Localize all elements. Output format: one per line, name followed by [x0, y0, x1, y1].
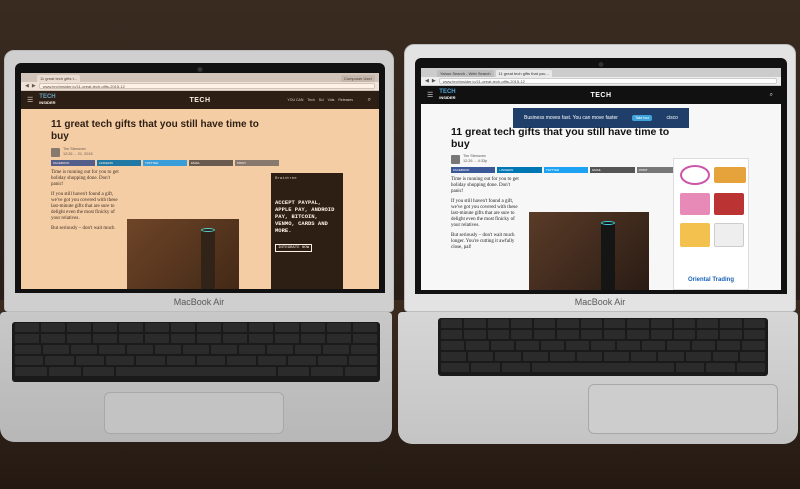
right-screen: Yahoo Search - Web Search 11 great tech …: [421, 68, 781, 290]
logo-bottom-text: INSIDER: [39, 100, 56, 105]
share-twitter-button[interactable]: TWITTER: [543, 167, 589, 173]
keyboard: [438, 318, 768, 376]
menu-icon[interactable]: ☰: [427, 91, 433, 99]
byline: Tim Stenovec 12:26 ... 4:33p: [451, 154, 681, 164]
share-facebook-button[interactable]: FACEBOOK: [451, 167, 496, 173]
bracelets-product: [680, 165, 710, 185]
echo-speaker: [601, 221, 615, 290]
article-paragraph: If you still haven't found a gift, we've…: [451, 199, 518, 228]
trackpad: [104, 392, 284, 434]
gift-bag-product: [714, 193, 744, 215]
echo-speaker: [201, 228, 215, 289]
share-linkedin-button[interactable]: LINKEDIN: [497, 167, 542, 173]
url-field[interactable]: www.techinsider.io/11-great-tech-gifts-2…: [438, 78, 777, 84]
search-icon[interactable]: ⌕: [770, 92, 773, 99]
banner-ad-copy: Business moves fast. You can move faster: [524, 115, 618, 121]
article-paragraph: Time is running out for you to get holid…: [51, 170, 119, 187]
site-logo[interactable]: TECH INSIDER: [439, 89, 455, 101]
browser-tabbar: 11 great tech gifts t... Composer User: [21, 73, 379, 82]
menu-icon[interactable]: ☰: [27, 96, 33, 104]
site-header: ☰ TECH INSIDER TECH YOU CAN Tech Sci Vid…: [21, 91, 379, 109]
nav-link[interactable]: Sci: [319, 98, 324, 102]
address-bar: ◀ ▶ www.techinsider.io/11-great-tech-gif…: [421, 77, 781, 86]
avatar: [451, 154, 460, 164]
ad-brand: Braintree: [275, 177, 297, 181]
laptop-brand-label: MacBook Air: [574, 297, 626, 307]
ad-brand: Oriental Trading: [687, 277, 734, 283]
nav-link[interactable]: Tech: [307, 98, 314, 102]
browser-tab-active[interactable]: 11 great tech gifts that you...: [495, 70, 552, 77]
article-photo: [529, 212, 649, 290]
ad-copy: ACCEPT PAYPAL, APPLE PAY, ANDROID PAY, B…: [275, 199, 335, 234]
section-title: TECH: [590, 91, 612, 99]
cisco-banner-ad[interactable]: Business moves fast. You can move faster…: [513, 108, 689, 128]
article-paragraph: Time is running out for you to get holid…: [451, 177, 519, 194]
article-photo: [127, 219, 239, 289]
keyboard: [12, 322, 380, 382]
browser-tab-user[interactable]: Composer User: [340, 75, 375, 82]
laptop-brand-label: MacBook Air: [173, 297, 225, 307]
section-title: TECH: [189, 96, 211, 104]
take-tour-button[interactable]: Take tour: [632, 115, 653, 121]
share-print-button[interactable]: PRINT: [235, 160, 279, 166]
article-headline: 11 great tech gifts that you still have …: [51, 119, 259, 142]
back-arrow-icon[interactable]: ◀: [425, 78, 429, 84]
url-field[interactable]: www.techinsider.io/11-great-tech-gifts-2…: [38, 83, 375, 89]
timestamp: 12:26 ... 4:33p: [463, 159, 488, 163]
left-screen-bezel: 11 great tech gifts t... Composer User ◀…: [15, 63, 385, 293]
right-laptop-base: [398, 312, 798, 444]
party-banner-product: [714, 167, 746, 183]
back-arrow-icon[interactable]: ◀: [25, 83, 29, 89]
share-bar: FACEBOOK LINKEDIN TWITTER EMAIL PRINT: [51, 160, 279, 166]
integrate-now-button[interactable]: INTEGRATE NOW: [275, 244, 313, 252]
forward-arrow-icon[interactable]: ▶: [32, 83, 36, 89]
camera-icon: [598, 62, 604, 67]
nav-link[interactable]: YOU CAN: [287, 98, 303, 102]
echo-light-ring: [601, 221, 615, 225]
share-email-button[interactable]: EMAIL: [189, 160, 233, 166]
decor-product: [680, 223, 710, 247]
article-paragraph: But seriously – don't wait much: [51, 226, 115, 231]
left-laptop-lid: 11 great tech gifts t... Composer User ◀…: [4, 50, 394, 312]
braintree-ad[interactable]: Braintree ACCEPT PAYPAL, APPLE PAY, ANDR…: [271, 173, 343, 289]
trackpad: [588, 384, 778, 434]
share-bar: FACEBOOK LINKEDIN TWITTER EMAIL PRINT: [451, 167, 682, 173]
left-laptop-base: [0, 312, 392, 442]
logo-bottom-text: INSIDER: [439, 95, 456, 100]
left-screen: 11 great tech gifts t... Composer User ◀…: [21, 73, 379, 289]
right-screen-bezel: Yahoo Search - Web Search 11 great tech …: [415, 58, 787, 294]
share-email-button[interactable]: EMAIL: [590, 167, 635, 173]
gift-boxes-product: [680, 193, 710, 215]
forward-arrow-icon[interactable]: ▶: [432, 78, 436, 84]
boxes-product: [714, 223, 744, 247]
share-twitter-button[interactable]: TWITTER: [143, 160, 187, 166]
article-headline: 11 great tech gifts that you still have …: [451, 126, 670, 150]
share-linkedin-button[interactable]: LINKEDIN: [97, 160, 141, 166]
browser-tab-active[interactable]: 11 great tech gifts t...: [37, 75, 81, 82]
nav-links: YOU CAN Tech Sci Vids Releases: [287, 98, 353, 102]
share-facebook-button[interactable]: FACEBOOK: [51, 160, 95, 166]
camera-icon: [197, 67, 203, 72]
browser-tabbar: Yahoo Search - Web Search 11 great tech …: [421, 68, 781, 77]
echo-light-ring: [201, 228, 215, 232]
site-header: ☰ TECH INSIDER TECH ⌕: [421, 86, 781, 104]
article-paragraph: But seriously – don't wait much longer. …: [451, 233, 515, 250]
nav-link[interactable]: Vids: [328, 98, 335, 102]
article-paragraph: If you still haven't found a gift, we've…: [51, 192, 118, 221]
address-bar: ◀ ▶ www.techinsider.io/11-great-tech-gif…: [21, 82, 379, 91]
right-laptop-lid: Yahoo Search - Web Search 11 great tech …: [404, 44, 796, 312]
timestamp: 12:26 ... 21, 2015: [63, 152, 93, 156]
nav-link[interactable]: Releases: [338, 98, 353, 102]
byline: Tim Stenovec 12:26 ... 21, 2015: [51, 147, 279, 157]
avatar: [51, 147, 60, 157]
browser-tab-inactive[interactable]: Yahoo Search - Web Search: [437, 70, 494, 77]
article: 11 great tech gifts that you still have …: [51, 119, 279, 232]
cisco-logo: cisco: [666, 115, 678, 121]
search-icon[interactable]: ⌕: [368, 97, 371, 104]
site-logo[interactable]: TECH INSIDER: [39, 94, 55, 106]
oriental-trading-ad[interactable]: Oriental Trading: [673, 158, 749, 290]
